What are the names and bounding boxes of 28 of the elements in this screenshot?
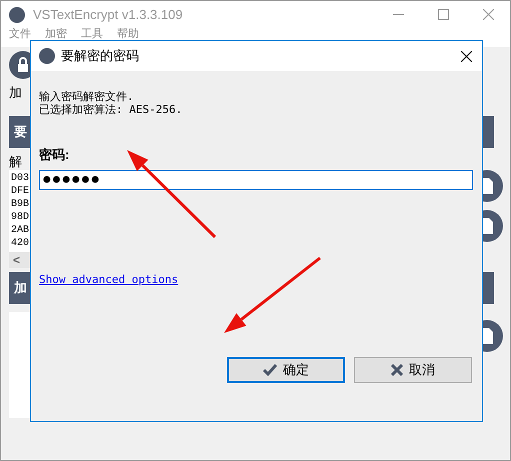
list-row[interactable]: DFE — [11, 185, 30, 198]
app-icon — [39, 48, 55, 64]
scroll-left-button[interactable]: < — [9, 251, 24, 269]
app-icon — [9, 6, 25, 22]
ok-button[interactable]: 确定 — [227, 357, 345, 383]
section-title: 要 — [14, 123, 27, 142]
cancel-button[interactable]: 取消 — [354, 357, 472, 383]
close-icon — [391, 364, 403, 376]
advanced-options-link[interactable]: Show advanced options — [39, 272, 178, 288]
window-title: VSTextEncrypt v1.3.3.109 — [33, 6, 183, 24]
maximize-icon[interactable] — [438, 9, 449, 20]
list-row[interactable]: 98D — [11, 211, 30, 224]
section-title: 加 — [14, 279, 27, 298]
dialog-title: 要解密的密码 — [61, 47, 139, 66]
message-text: 输入密码解密文件. — [39, 90, 134, 103]
list-row[interactable]: 2AB — [11, 224, 30, 237]
section-label: 解 — [9, 153, 22, 170]
list-row[interactable]: D03 — [11, 172, 30, 185]
toolbar-label[interactable]: 加 — [9, 83, 22, 102]
menu-item[interactable]: 文件 — [9, 28, 31, 47]
message-text: 已选择加密算法: AES-256. — [39, 103, 182, 116]
check-icon — [263, 364, 277, 376]
list-row[interactable]: B9B — [11, 198, 30, 211]
close-icon[interactable] — [461, 50, 472, 62]
password-field[interactable]: ●●●●●● — [39, 170, 473, 190]
list-row[interactable]: 420 — [11, 237, 30, 250]
password-label: 密码: — [39, 146, 70, 164]
minimize-icon[interactable] — [393, 14, 404, 16]
